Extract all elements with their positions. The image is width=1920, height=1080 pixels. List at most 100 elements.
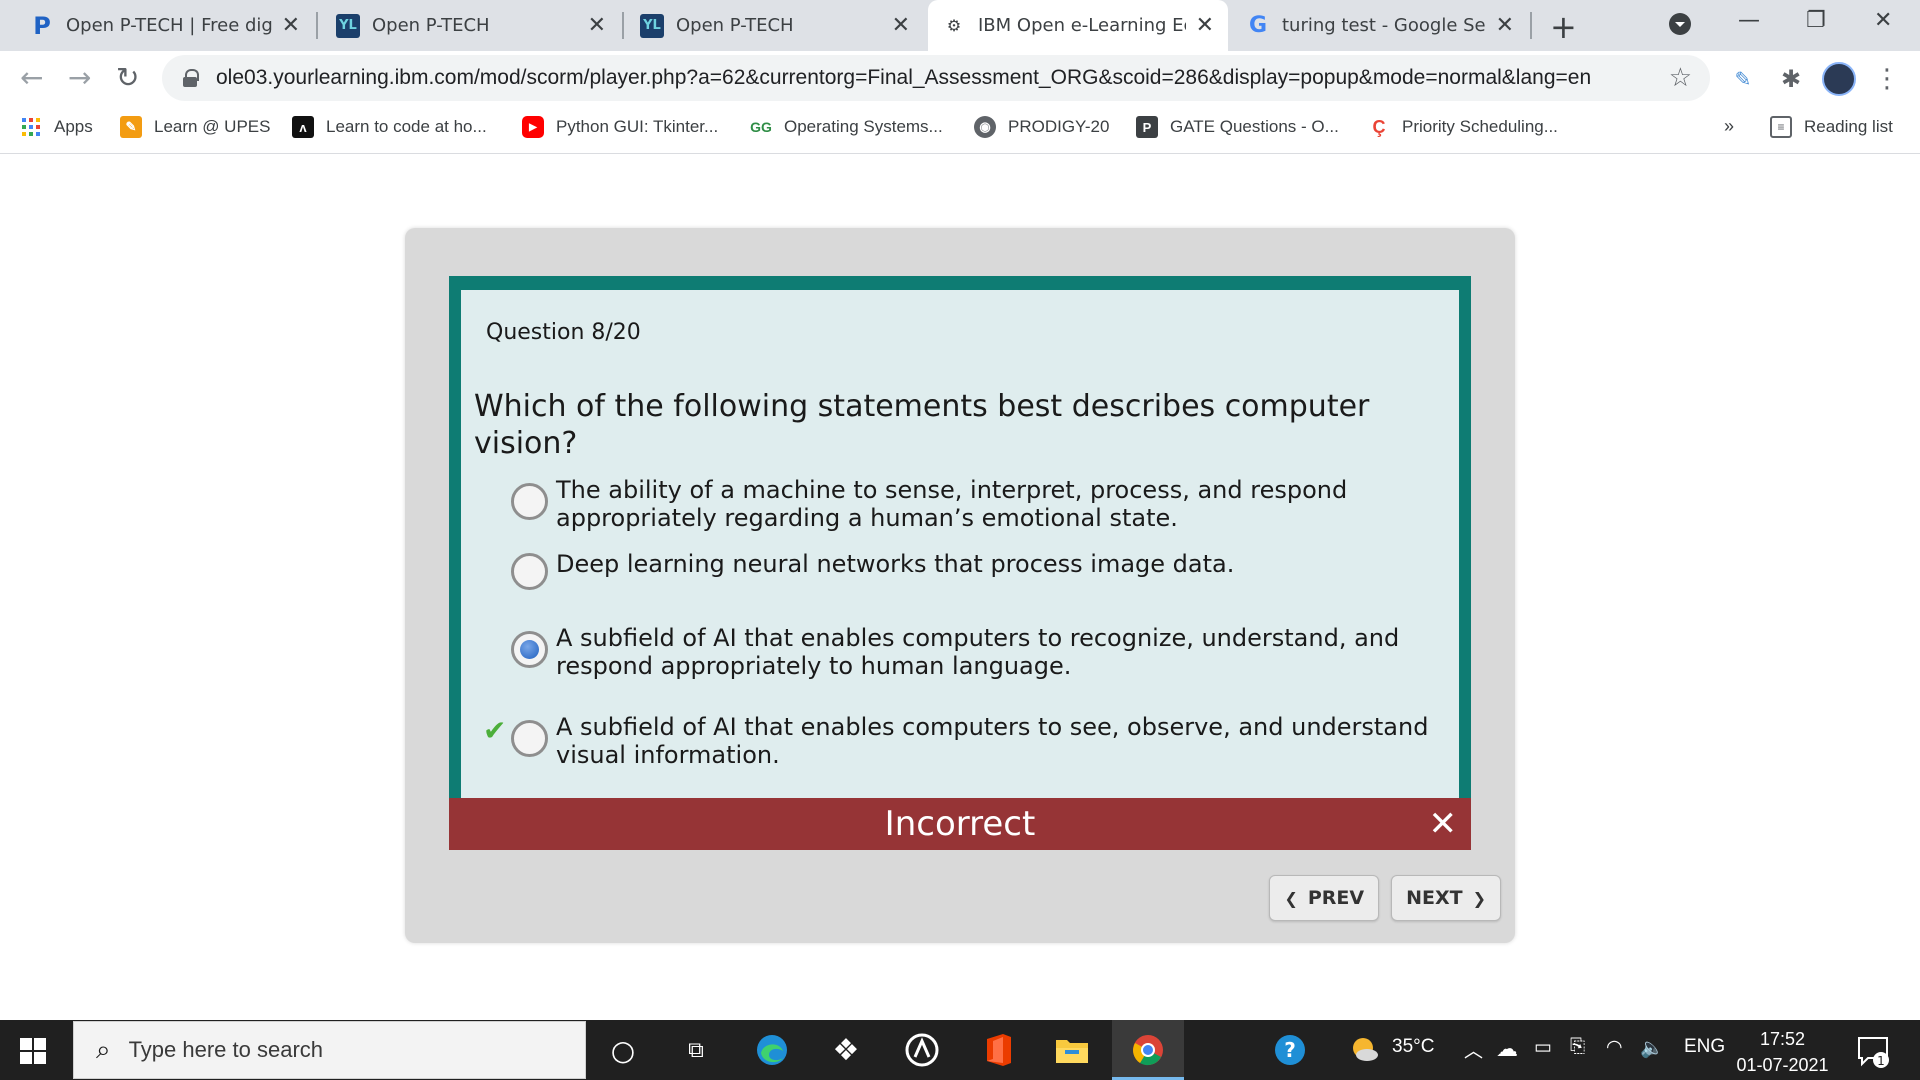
bookmark-priority-scheduling[interactable]: Ç Priority Scheduling... bbox=[1368, 116, 1558, 138]
chevron-right-icon: ❯ bbox=[1472, 888, 1486, 908]
feedback-banner: Incorrect ✕ bbox=[449, 798, 1471, 850]
question-text: Which of the following statements best d… bbox=[474, 389, 1370, 461]
tab-title: turing test - Google Searc bbox=[1282, 15, 1486, 36]
ptech-logo-icon: P bbox=[33, 11, 51, 40]
answer-option-2[interactable]: Deep learning neural networks that proce… bbox=[511, 546, 1431, 590]
feedback-text: Incorrect bbox=[884, 804, 1036, 844]
answer-option-text: The ability of a machine to sense, inter… bbox=[556, 476, 1348, 532]
minimize-window-icon[interactable]: — bbox=[1738, 8, 1760, 33]
answer-option-3[interactable]: A subfield of AI that enables computers … bbox=[511, 624, 1431, 680]
wifi-icon[interactable]: ◠ bbox=[1606, 1036, 1623, 1059]
back-arrow-icon[interactable]: ← bbox=[20, 61, 43, 94]
profile-avatar[interactable] bbox=[1822, 62, 1856, 96]
bookmark-gate-questions[interactable]: P GATE Questions - O... bbox=[1136, 116, 1339, 138]
globe-icon: ◉ bbox=[974, 116, 996, 138]
office-icon[interactable] bbox=[980, 1032, 1016, 1068]
tab-search-icon[interactable] bbox=[1668, 12, 1692, 42]
reading-list-button[interactable]: ≡ Reading list bbox=[1770, 116, 1893, 138]
taskbar-search[interactable]: ⌕ Type here to search bbox=[73, 1021, 586, 1079]
device-icon[interactable]: ⎘ bbox=[1570, 1036, 1585, 1058]
youtube-icon: ▶ bbox=[522, 116, 544, 138]
tab-google-search[interactable]: G turing test - Google Searc ✕ bbox=[1232, 0, 1528, 51]
geeksforgeeks-icon: GG bbox=[750, 119, 772, 135]
browser-toolbar: ← → ↻ ole03.yourlearning.ibm.com/mod/sco… bbox=[0, 51, 1920, 106]
task-view-icon[interactable]: ⧉ bbox=[678, 1032, 714, 1068]
question-frame: Question 8/20 Which of the following sta… bbox=[449, 276, 1471, 850]
new-tab-button[interactable]: + bbox=[1550, 8, 1577, 46]
close-window-icon[interactable]: ✕ bbox=[1874, 8, 1892, 33]
cortana-icon[interactable]: ○ bbox=[605, 1032, 641, 1068]
language-indicator[interactable]: ENG bbox=[1684, 1036, 1725, 1058]
close-tab-icon[interactable]: ✕ bbox=[588, 13, 606, 38]
svg-text:?: ? bbox=[1284, 1038, 1296, 1062]
url-text[interactable]: ole03.yourlearning.ibm.com/mod/scorm/pla… bbox=[216, 66, 1591, 90]
battery-icon[interactable]: ▭ bbox=[1534, 1036, 1552, 1059]
windows-start-icon[interactable] bbox=[20, 1038, 46, 1064]
file-explorer-icon[interactable] bbox=[1054, 1032, 1090, 1068]
apps-grid-icon bbox=[20, 116, 42, 138]
navigation-buttons: ❮ PREV NEXT ❯ bbox=[1269, 875, 1501, 921]
bookmark-operating-systems[interactable]: GG Operating Systems... bbox=[750, 116, 943, 138]
ibm-elearning-icon: ⚙ bbox=[946, 16, 962, 35]
restore-window-icon[interactable]: ❐ bbox=[1806, 8, 1826, 33]
prev-button[interactable]: ❮ PREV bbox=[1269, 875, 1380, 921]
bookmark-learn-upes[interactable]: ✎ Learn @ UPES bbox=[120, 116, 270, 138]
chrome-icon[interactable] bbox=[1130, 1032, 1166, 1068]
bookmarks-bar: Apps ✎ Learn @ UPES ʌ Learn to code at h… bbox=[0, 106, 1920, 154]
notification-center-icon[interactable]: 1 bbox=[1856, 1034, 1890, 1075]
extensions-puzzle-icon[interactable]: ✱ bbox=[1774, 62, 1808, 96]
scorm-player: Question 8/20 Which of the following sta… bbox=[405, 228, 1515, 943]
tab-divider bbox=[1530, 12, 1532, 39]
clock[interactable]: 17:52 01-07-2021 bbox=[1730, 1026, 1835, 1078]
dropbox-icon[interactable]: ❖ bbox=[828, 1032, 864, 1068]
radio-button[interactable] bbox=[511, 553, 548, 590]
app-shield-icon[interactable] bbox=[904, 1032, 940, 1068]
answer-option-1[interactable]: The ability of a machine to sense, inter… bbox=[511, 476, 1431, 532]
weather-temperature[interactable]: 35°C bbox=[1392, 1036, 1434, 1058]
forward-arrow-icon[interactable]: → bbox=[68, 61, 91, 94]
bookmark-apps[interactable]: Apps bbox=[20, 116, 93, 138]
radio-button-selected[interactable] bbox=[511, 631, 548, 668]
correct-checkmark-icon: ✔ bbox=[483, 714, 507, 747]
bookmark-learn-to-code[interactable]: ʌ Learn to code at ho... bbox=[292, 116, 487, 138]
radio-button[interactable] bbox=[511, 483, 548, 520]
weather-sun-icon[interactable] bbox=[1346, 1032, 1382, 1068]
tab-title: Open P-TECH bbox=[372, 15, 490, 36]
close-tab-icon[interactable]: ✕ bbox=[1496, 13, 1514, 38]
bookmark-label: Learn to code at ho... bbox=[326, 117, 487, 136]
bookmark-python-gui[interactable]: ▶ Python GUI: Tkinter... bbox=[522, 116, 718, 138]
close-tab-icon[interactable]: ✕ bbox=[282, 13, 300, 38]
close-icon[interactable]: ✕ bbox=[1429, 804, 1458, 844]
pencil-bookmark-icon: ✎ bbox=[120, 116, 142, 138]
reading-list-label: Reading list bbox=[1804, 117, 1893, 136]
edge-browser-icon[interactable] bbox=[754, 1032, 790, 1068]
onedrive-cloud-icon[interactable]: ☁ bbox=[1496, 1036, 1518, 1062]
tab-open-ptech-2[interactable]: YL Open P-TECH ✕ bbox=[322, 0, 620, 51]
tab-open-ptech-3[interactable]: YL Open P-TECH ✕ bbox=[626, 0, 924, 51]
clock-time: 17:52 bbox=[1759, 1029, 1806, 1049]
bookmark-star-icon[interactable]: ☆ bbox=[1669, 63, 1692, 93]
help-icon[interactable]: ? bbox=[1272, 1032, 1308, 1068]
radio-button[interactable] bbox=[511, 720, 548, 757]
reload-icon[interactable]: ↻ bbox=[116, 61, 139, 94]
bookmark-label: Operating Systems... bbox=[784, 117, 943, 136]
address-bar[interactable]: ole03.yourlearning.ibm.com/mod/scorm/pla… bbox=[162, 55, 1710, 101]
tab-strip: P Open P-TECH | Free digita ✕ YL Open P-… bbox=[0, 0, 1920, 51]
clock-date: 01-07-2021 bbox=[1736, 1055, 1829, 1075]
bookmarks-overflow-button[interactable]: » bbox=[1724, 116, 1734, 137]
answer-option-4[interactable]: A subfield of AI that enables computers … bbox=[511, 713, 1431, 769]
bookmark-prodigy[interactable]: ◉ PRODIGY-20 bbox=[974, 116, 1109, 138]
show-hidden-icons-icon[interactable]: ︿ bbox=[1464, 1036, 1483, 1063]
browser-menu-icon[interactable]: ⋮ bbox=[1870, 62, 1904, 96]
bookmark-label: Apps bbox=[54, 117, 93, 136]
prev-label: PREV bbox=[1307, 887, 1365, 909]
close-tab-icon[interactable]: ✕ bbox=[1196, 13, 1214, 38]
question-card: Question 8/20 Which of the following sta… bbox=[461, 290, 1459, 798]
close-tab-icon[interactable]: ✕ bbox=[892, 13, 910, 38]
tab-open-ptech-1[interactable]: P Open P-TECH | Free digita ✕ bbox=[16, 0, 314, 51]
volume-icon[interactable]: 🔈 bbox=[1640, 1036, 1664, 1060]
answer-option-text: Deep learning neural networks that proce… bbox=[556, 550, 1235, 578]
extension-pen-icon[interactable]: ✎ bbox=[1726, 62, 1760, 96]
tab-ibm-elearning[interactable]: ⚙ IBM Open e-Learning Eco ✕ bbox=[928, 0, 1228, 51]
next-button[interactable]: NEXT ❯ bbox=[1391, 875, 1501, 921]
